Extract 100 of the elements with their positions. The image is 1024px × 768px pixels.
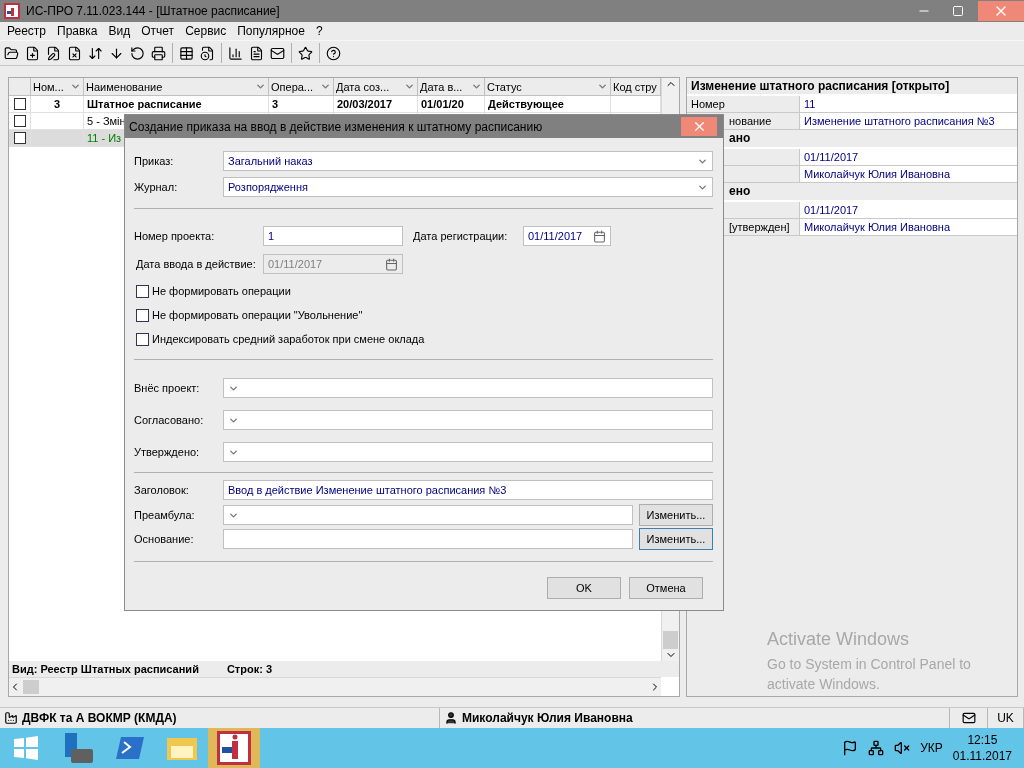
table-icon[interactable] xyxy=(179,45,194,61)
field-label: Утверждено: xyxy=(134,446,201,458)
dropdown-field[interactable] xyxy=(223,410,713,430)
column-header[interactable]: Дата в... xyxy=(420,80,463,93)
field-label: Внёс проект: xyxy=(134,382,201,394)
transfer-icon[interactable] xyxy=(88,45,103,61)
field-label: Дата ввода в действие: xyxy=(135,258,257,270)
input-field[interactable] xyxy=(223,529,633,549)
user-icon xyxy=(444,711,458,725)
down-arrow-icon[interactable] xyxy=(109,45,124,61)
scrollbar-thumb[interactable] xyxy=(23,680,39,694)
date-field[interactable]: 01/11/2017 xyxy=(523,226,611,246)
close-button[interactable] xyxy=(681,117,717,136)
column-header[interactable]: Опера... xyxy=(271,80,314,93)
folder-icon[interactable] xyxy=(4,45,19,61)
field-label: Номер проекта: xyxy=(134,230,216,242)
change-button[interactable]: Изменить... xyxy=(639,528,713,550)
table-row[interactable]: 3 Штатное расписание 3 20/03/2017 01/01/20 Действующее xyxy=(9,96,661,113)
row-count: Строк: 3 xyxy=(226,663,273,675)
checkbox[interactable] xyxy=(136,332,149,346)
new-file-icon[interactable] xyxy=(25,45,40,61)
factory-icon xyxy=(4,711,18,725)
input-field[interactable]: 1 xyxy=(263,226,403,246)
field-label: Основание: xyxy=(134,533,195,545)
menu-item[interactable]: Правка xyxy=(54,24,106,38)
checkbox[interactable] xyxy=(136,308,149,322)
menu-item[interactable]: Сервис xyxy=(182,24,235,38)
column-header[interactable]: Код стру xyxy=(613,80,657,93)
checkbox-label[interactable]: Не формировать операции xyxy=(152,285,291,297)
field-label: Приказ: xyxy=(134,155,175,167)
dropdown-field[interactable]: Загальний наказ xyxy=(223,151,713,171)
menu-item[interactable]: Популярное xyxy=(234,24,313,38)
field-value: Миколайчук Юлия Ивановна xyxy=(800,166,1017,182)
app-logo-icon xyxy=(217,731,251,765)
star-icon[interactable] xyxy=(298,45,313,61)
view-label: Вид: Реестр Штатных расписаний xyxy=(12,663,199,675)
column-header[interactable]: Дата соз... xyxy=(336,80,390,93)
dropdown-field[interactable] xyxy=(223,378,713,398)
table-cell: Действующее xyxy=(488,98,564,110)
maximize-icon xyxy=(952,5,964,17)
field-label: Дата регистрации: xyxy=(413,230,509,242)
menu-item[interactable]: Реестр xyxy=(4,24,54,38)
input-field[interactable]: Ввод в действие Изменение штатного расписания №3 xyxy=(223,480,713,500)
checkbox-label[interactable]: Индексировать средний заработок при смене оклада xyxy=(152,333,425,345)
keyboard-language: UK xyxy=(997,711,1014,725)
field-value: 11 xyxy=(800,96,1017,112)
field-label: Согласовано: xyxy=(134,414,205,426)
row-checkbox[interactable] xyxy=(13,132,26,144)
app-logo-icon xyxy=(4,3,20,19)
document-icon[interactable] xyxy=(249,45,264,61)
table-cell: Штатное расписание xyxy=(87,98,202,110)
horizontal-scrollbar[interactable] xyxy=(9,677,661,696)
taskbar-app[interactable] xyxy=(208,728,260,768)
refresh-icon[interactable] xyxy=(130,45,145,61)
clock[interactable]: 12:15 01.11.2017 xyxy=(952,732,1012,764)
table-cell: 11 - Из xyxy=(87,132,122,144)
dropdown-field[interactable] xyxy=(223,442,713,462)
field-value: Миколайчук Юлия Ивановна xyxy=(800,219,1017,235)
checkbox[interactable] xyxy=(136,284,149,298)
help-icon[interactable] xyxy=(326,45,341,61)
change-button[interactable]: Изменить... xyxy=(639,504,713,526)
checkbox-label[interactable]: Не формировать операции "Увольнение" xyxy=(152,309,363,321)
print-icon[interactable] xyxy=(151,45,166,61)
delete-file-icon[interactable] xyxy=(67,45,82,61)
mail-icon[interactable] xyxy=(270,45,285,61)
mail-icon[interactable] xyxy=(961,711,976,725)
field-label: Преамбула: xyxy=(134,509,196,521)
menu-item[interactable]: Вид xyxy=(105,24,139,38)
field-label: Журнал: xyxy=(134,181,179,193)
table-cell: 20/03/2017 xyxy=(337,98,393,110)
edit-file-icon[interactable] xyxy=(46,45,61,61)
column-header[interactable]: Ном... xyxy=(33,80,64,93)
activation-title: Activate Windows xyxy=(767,629,911,650)
table-cell: 3 xyxy=(53,98,61,110)
flag-icon[interactable] xyxy=(842,740,859,756)
ok-button[interactable]: OK xyxy=(547,577,621,599)
speaker-muted-icon[interactable] xyxy=(894,740,911,756)
clock-file-icon[interactable] xyxy=(200,45,215,61)
column-header[interactable]: Наименование xyxy=(86,80,163,93)
menu-item[interactable]: ? xyxy=(312,24,331,38)
scrollbar-thumb[interactable] xyxy=(663,631,678,649)
windows-logo-icon xyxy=(13,735,39,761)
input-language[interactable]: УКР xyxy=(920,741,943,755)
dropdown-field[interactable] xyxy=(223,505,633,525)
column-header[interactable]: Статус xyxy=(487,80,522,93)
menu-item[interactable]: Отчет xyxy=(138,24,183,38)
dropdown-field[interactable]: Розпорядження xyxy=(223,177,713,197)
user-name: Миколайчук Юлия Ивановна xyxy=(462,711,633,725)
field-value: Изменение штатного расписания №3 xyxy=(800,113,1017,129)
activation-text: Go to System in Control Panel to activate Windows. xyxy=(767,655,972,694)
row-checkbox[interactable] xyxy=(13,98,26,110)
network-icon[interactable] xyxy=(868,740,885,756)
field-value: 01/11/2017 xyxy=(800,202,1017,218)
calendar-icon[interactable] xyxy=(593,229,606,243)
organization-name: ДВФК та А ВОКМР (КМДА) xyxy=(22,711,177,725)
row-checkbox[interactable] xyxy=(13,115,26,127)
dialog-title: Создание приказа на ввод в действие изменения к штатному расписанию xyxy=(129,119,544,134)
chart-icon[interactable] xyxy=(228,45,243,61)
cancel-button[interactable]: Отмена xyxy=(629,577,703,599)
table-cell: 01/01/20 xyxy=(421,98,464,110)
